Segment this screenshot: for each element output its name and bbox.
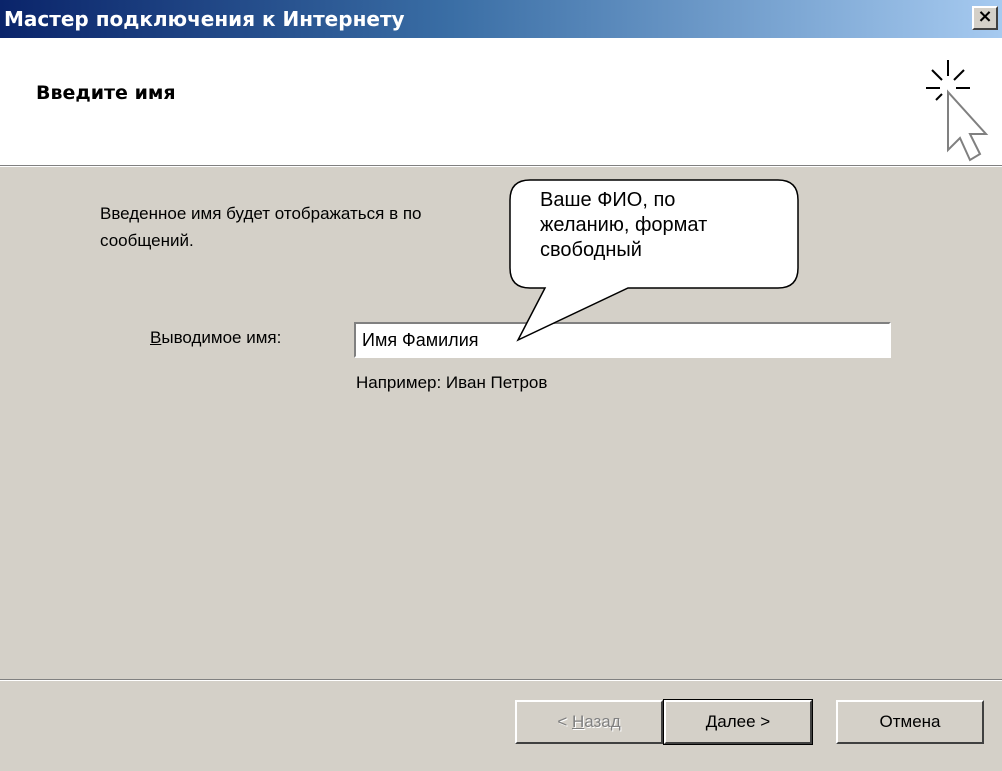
window-title: Мастер подключения к Интернету	[4, 7, 405, 31]
display-name-input[interactable]	[354, 322, 891, 358]
label-accelerator: В	[150, 328, 162, 347]
description-line2: сообщений.	[100, 231, 194, 250]
back-button-accelerator: Н	[571, 712, 585, 731]
description-line1-left: Введенное имя будет отображаться в по	[100, 204, 422, 223]
next-button-accelerator: Д	[705, 712, 718, 731]
cancel-button-label: Отмена	[879, 712, 941, 731]
callout-line1: Ваше ФИО, по	[540, 189, 676, 211]
back-button[interactable]: < Назад	[515, 700, 663, 744]
wizard-header: Введите имя	[0, 38, 1002, 165]
next-button-label: алее >	[717, 712, 771, 731]
back-button-label: азад	[584, 712, 621, 731]
title-bar[interactable]: Мастер подключения к Интернету ×	[0, 0, 1002, 38]
back-button-prefix: <	[557, 712, 572, 731]
example-text: Например: Иван Петров	[356, 373, 548, 392]
close-button[interactable]: ×	[972, 6, 998, 30]
header-divider-highlight	[0, 166, 1002, 167]
cancel-button[interactable]: Отмена	[836, 700, 984, 744]
display-name-label: Выводимое имя:	[150, 328, 281, 348]
close-icon: ×	[977, 6, 993, 27]
callout-line2: желанию, формат	[540, 214, 708, 236]
label-text: ыводимое имя:	[161, 328, 282, 347]
footer-divider-highlight	[0, 680, 1002, 681]
page-title: Введите имя	[36, 82, 176, 104]
wizard-cursor-icon	[926, 60, 989, 162]
next-button[interactable]: Далее >	[663, 699, 813, 745]
callout-text: Ваше ФИО, по желанию, формат свободный	[540, 188, 780, 263]
callout-line3: свободный	[540, 239, 642, 261]
